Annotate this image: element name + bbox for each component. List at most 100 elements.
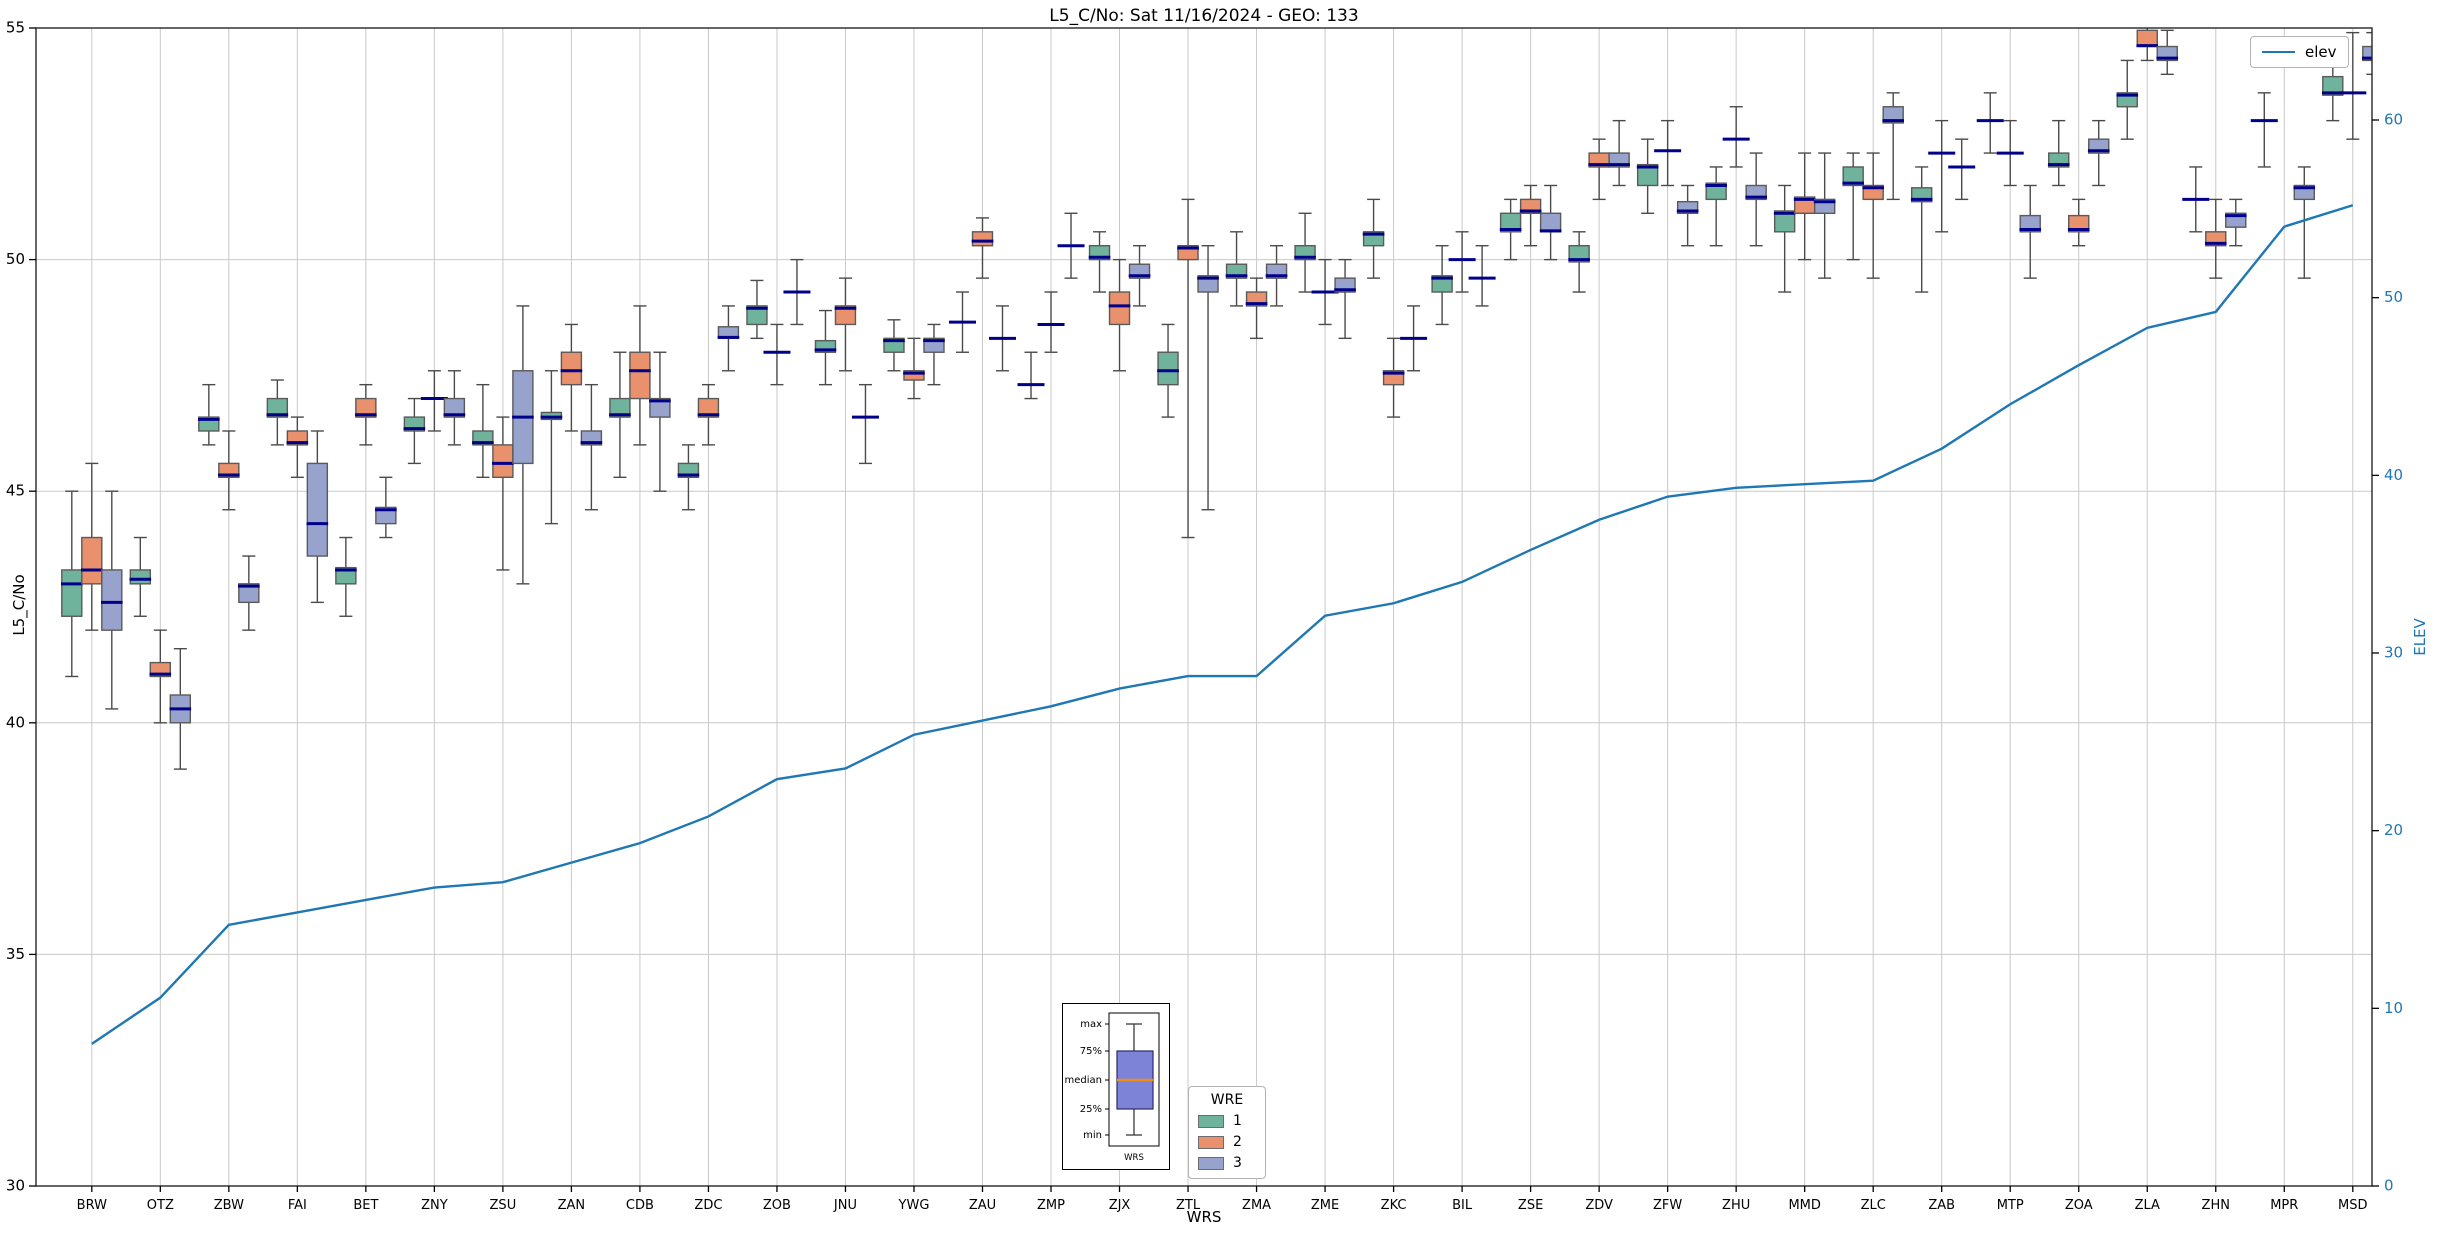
box-plot-BET-wre1	[335, 536, 357, 617]
box-plot-OTZ-wre2	[149, 629, 172, 724]
box-plot-ZBW-wre3	[238, 555, 260, 631]
box-plot-BRW-wre2	[81, 462, 103, 631]
box-plot-ZDC-wre1	[677, 444, 700, 511]
x-tick-label: MPR	[2270, 1198, 2298, 1213]
x-tick-label: ZDV	[1585, 1198, 1613, 1213]
key-xlabel: WRS	[1124, 1153, 1144, 1163]
elev-line-icon	[2262, 51, 2295, 53]
x-tick-label: BET	[353, 1198, 378, 1213]
x-tick-label: BRW	[77, 1198, 107, 1213]
wre-legend-item-2: 2	[1198, 1134, 1256, 1150]
box-plot-MMD-wre1	[1773, 184, 1796, 293]
box-plot-CDB-wre3	[649, 351, 671, 492]
key-label: 75%	[1080, 1046, 1102, 1057]
box-plot-ZTL-wre3	[1197, 245, 1219, 511]
x-tick-label: ZJX	[1109, 1198, 1131, 1213]
y-axis-label-right: ELEV	[2411, 618, 2429, 656]
wre-legend: WRE 1 2 3	[1188, 1086, 1266, 1179]
chart-title: L5_C/No: Sat 11/16/2024 - GEO: 133	[1049, 6, 1359, 26]
box-plot-ZJX-wre2	[1108, 258, 1131, 372]
key-label: min	[1083, 1130, 1102, 1141]
box-plot-JNU-wre1	[814, 309, 837, 386]
box-plot-ZBW-wre1	[198, 383, 220, 446]
x-tick-label: ZDC	[694, 1198, 722, 1213]
x-tick-label: BIL	[1452, 1198, 1473, 1213]
box-plot-ZOA-wre3	[2087, 119, 2110, 187]
box-plot-ZDV-wre2	[1588, 138, 1610, 201]
box	[1108, 291, 1131, 326]
box-plot-ZAU-wre2	[971, 217, 994, 279]
x-tick-label: ZNY	[421, 1198, 448, 1213]
box-plot-MTP-wre3	[2019, 184, 2042, 279]
wre2-color-swatch	[1198, 1135, 1224, 1149]
x-tick-label: CDB	[626, 1198, 654, 1213]
box-plot-ZME-wre1	[1294, 212, 1316, 293]
box-plot-ZLC-wre3	[1882, 92, 1904, 201]
box-plot-ZLA-wre1	[2116, 59, 2139, 140]
wre3-label: 3	[1233, 1155, 1242, 1171]
box-plot-FAI-wre2	[286, 416, 309, 479]
wre3-color-swatch	[1198, 1156, 1224, 1170]
box-plot-ZOB-wre2	[763, 323, 791, 386]
box-plot-ZAN-wre2	[560, 323, 583, 432]
plot-canvas: 30 35 40 45 50 55 0 10 20 30 40 50 60 BRW OTZ ZBW FAI BET…	[6, 19, 2403, 1214]
box-plot-ZAB-wre3	[1948, 138, 1976, 201]
box-plot-ZLC-wre1	[1842, 152, 1864, 261]
key-label: 25%	[1080, 1104, 1102, 1115]
x-tick-label: ZLA	[2135, 1198, 2160, 1213]
box-plot-ZKC-wre1	[1362, 198, 1385, 279]
box	[2136, 29, 2158, 48]
wre-legend-item-3: 3	[1198, 1155, 1256, 1171]
box-plot-ZHU-wre2	[1722, 106, 1750, 168]
box-plot-ZMA-wre3	[1265, 245, 1288, 307]
elev-line	[91, 204, 2354, 1045]
box-plot-ZOB-wre3	[783, 258, 811, 326]
boxplot-key-diagram: max 75% median 25% min WRS	[1065, 1012, 1160, 1163]
box-plot-ZJX-wre1	[1088, 231, 1111, 293]
box-plot-ZSU-wre3	[512, 305, 534, 585]
box-plot-JNU-wre3	[851, 383, 879, 465]
box-plot-YWG-wre1	[883, 319, 905, 372]
x-tick-label: ZME	[1311, 1198, 1339, 1213]
box-plot-YWG-wre2	[903, 337, 925, 400]
box-plot-ZMA-wre1	[1225, 231, 1248, 307]
x-tick-label: MSD	[2338, 1198, 2367, 1213]
x-axis-label: WRS	[1186, 1208, 1222, 1226]
y-tick-label-right: 50	[2384, 288, 2403, 306]
x-tick-label: ZSE	[1518, 1198, 1543, 1213]
box-series	[61, 28, 2372, 770]
box-plot-ZAN-wre1	[540, 370, 563, 525]
wre-legend-item-1: 1	[1198, 1113, 1256, 1129]
x-tick-label: ZAB	[1928, 1198, 1955, 1213]
box-plot-ZKC-wre3	[1400, 305, 1428, 372]
box-plot-ZMA-wre2	[1245, 277, 1268, 340]
y-tick-label-left: 40	[6, 713, 25, 731]
x-tick-label: MMD	[1788, 1198, 1820, 1213]
x-tick-label: ZAN	[558, 1198, 586, 1213]
box-plot-ZHU-wre3	[1745, 152, 1767, 247]
box-plot-ZSU-wre2	[492, 416, 514, 571]
box-plot-ZBW-wre2	[218, 430, 240, 511]
box-plot-FAI-wre3	[306, 430, 329, 604]
x-tick-label: ZSU	[490, 1198, 517, 1213]
box-plot-CDB-wre1	[609, 351, 631, 479]
box-plot-BIL-wre1	[1431, 245, 1453, 326]
box-plot-ZSE-wre2	[1519, 184, 1542, 247]
y-tick-label-left: 35	[6, 945, 25, 963]
x-tick-label: ZBW	[214, 1198, 244, 1213]
box	[81, 536, 103, 585]
box-plot-BRW-wre1	[61, 490, 83, 678]
box-plot-BIL-wre3	[1468, 245, 1496, 307]
y-axis-label-left: L5_C/No	[10, 574, 28, 636]
box	[1157, 351, 1179, 386]
box-plot-ZKC-wre2	[1382, 337, 1405, 418]
box	[129, 569, 152, 585]
box-plot-ZSU-wre1	[472, 383, 494, 479]
box-plot-ZTL-wre2	[1177, 198, 1199, 539]
box-plot-MSD-wre3	[2361, 31, 2372, 76]
box-plot-ZSE-wre1	[1499, 198, 1522, 261]
box-plot-ZFW-wre3	[1676, 184, 1699, 247]
wre1-color-swatch	[1198, 1114, 1224, 1128]
box-plot-ZSE-wre3	[1539, 184, 1562, 261]
box-plot-ZAU-wre3	[988, 305, 1016, 372]
